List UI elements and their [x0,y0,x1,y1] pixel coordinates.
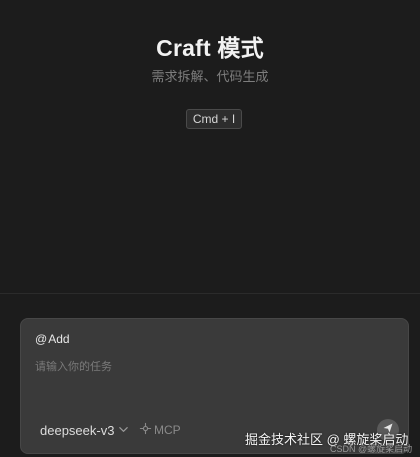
mcp-button[interactable]: MCP [139,422,181,438]
model-selector[interactable]: deepseek-v3 [40,423,129,438]
page-subtitle: 需求拆解、代码生成 [151,69,269,84]
craft-mode-panel: Craft 模式 需求拆解、代码生成 Cmd + I @ Add deepsee… [0,0,420,457]
at-icon: @ [35,332,48,346]
shortcut-badge: Cmd + I [186,109,242,129]
mcp-label: MCP [154,423,181,437]
watermark-subtext: CSDN @螺旋桨启动 [330,444,413,454]
add-context-label: Add [48,332,70,346]
mcp-plug-icon [139,422,152,438]
page-title: Craft 模式 [156,35,264,61]
hero-section: Craft 模式 需求拆解、代码生成 Cmd + I [0,0,420,294]
chevron-down-icon [118,423,129,438]
add-context-button[interactable]: @ Add [35,332,70,346]
task-input[interactable] [35,356,375,378]
model-label: deepseek-v3 [40,423,115,438]
